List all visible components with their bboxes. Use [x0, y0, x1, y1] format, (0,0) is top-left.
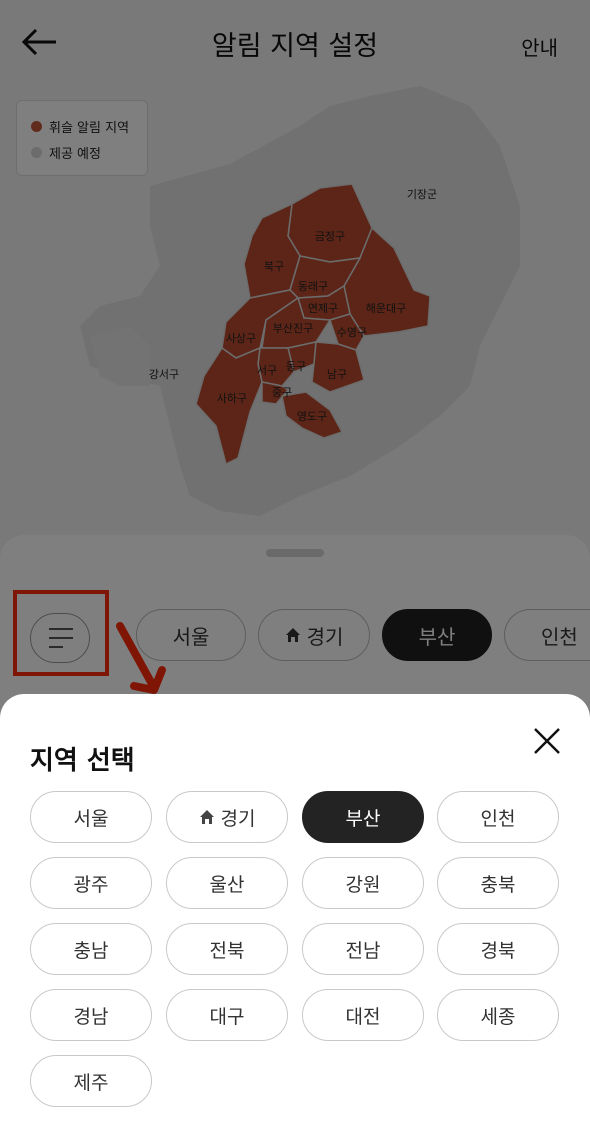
region-select-modal: 지역 선택 서울 경기 부산 인천 광주 울산 강원 충북 충남 전북 전남 경…: [0, 694, 590, 1146]
home-icon: [199, 810, 214, 824]
region-chip-busan[interactable]: 부산: [302, 791, 424, 843]
region-chip-seoul[interactable]: 서울: [30, 791, 152, 843]
region-chip-label: 경남: [73, 1005, 109, 1028]
page: 알림 지역 설정 안내 기장군 금정구 북구 동래구: [0, 0, 590, 1146]
region-chip-label: 대전: [345, 1005, 381, 1028]
region-chip-ulsan[interactable]: 울산: [166, 857, 288, 909]
region-chip-label: 충북: [480, 873, 516, 896]
region-chip-gangwon[interactable]: 강원: [302, 857, 424, 909]
region-chip-incheon[interactable]: 인천: [437, 791, 559, 843]
region-chip-daegu[interactable]: 대구: [166, 989, 288, 1041]
region-chip-daejeon[interactable]: 대전: [302, 989, 424, 1041]
region-chip-label: 전북: [209, 939, 245, 962]
region-chip-chungnam[interactable]: 충남: [30, 923, 152, 975]
region-chip-gwangju[interactable]: 광주: [30, 857, 152, 909]
region-chip-label: 전남: [345, 939, 381, 962]
region-chip-label: 울산: [209, 873, 245, 896]
region-chip-jeonnam[interactable]: 전남: [302, 923, 424, 975]
region-chip-label: 인천: [480, 807, 516, 830]
modal-title: 지역 선택: [30, 746, 135, 776]
region-chip-label: 제주: [73, 1071, 109, 1094]
region-chip-label: 경북: [480, 939, 516, 962]
region-chip-label: 세종: [480, 1005, 516, 1028]
region-chip-label: 광주: [73, 873, 109, 896]
region-chip-gyeongbuk[interactable]: 경북: [437, 923, 559, 975]
region-chip-gyeonggi[interactable]: 경기: [166, 791, 288, 843]
region-chip-label: 부산: [345, 807, 381, 830]
region-chip-jeonbuk[interactable]: 전북: [166, 923, 288, 975]
region-chip-label: 경기: [220, 807, 256, 830]
region-chip-chungbuk[interactable]: 충북: [437, 857, 559, 909]
region-chip-label: 충남: [73, 939, 109, 962]
region-chip-sejong[interactable]: 세종: [437, 989, 559, 1041]
region-chip-label: 대구: [209, 1005, 245, 1028]
region-chip-jeju[interactable]: 제주: [30, 1055, 152, 1107]
region-chip-gyeongnam[interactable]: 경남: [30, 989, 152, 1041]
close-icon[interactable]: [530, 724, 564, 758]
region-chip-label: 서울: [73, 807, 109, 830]
region-chip-label: 강원: [345, 873, 381, 896]
